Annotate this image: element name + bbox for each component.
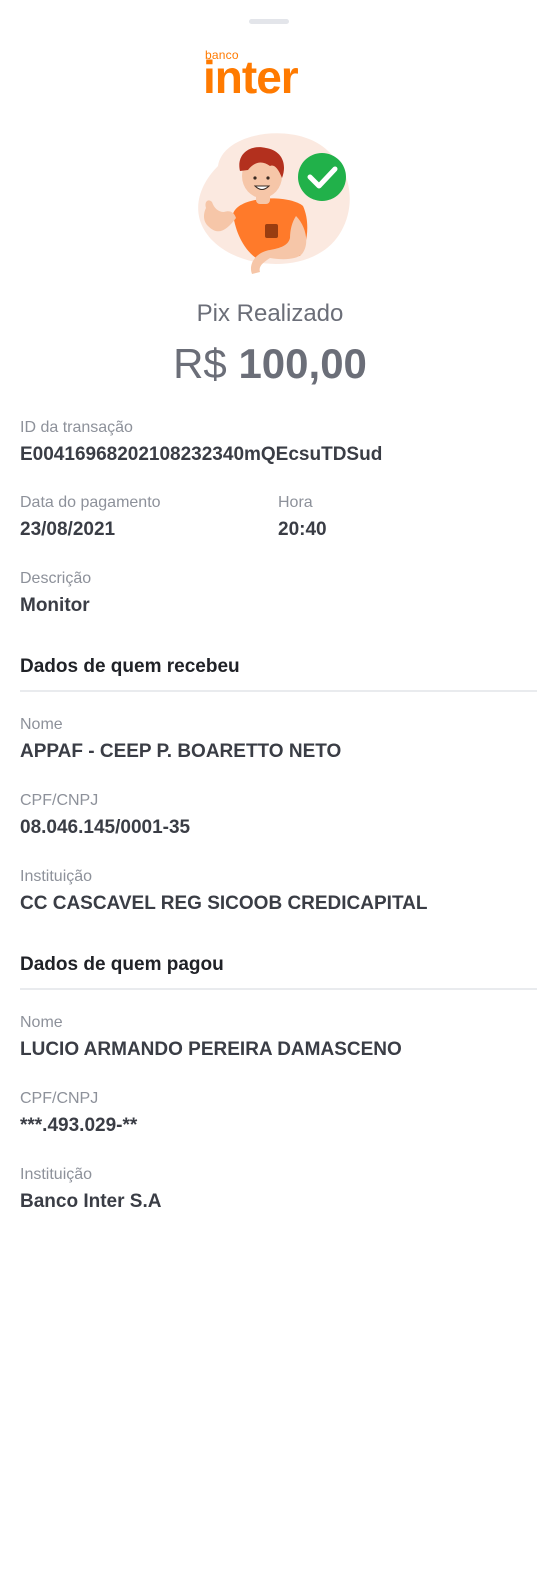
payer-institution-value: Banco Inter S.A bbox=[20, 1191, 162, 1212]
payment-date-label: Data do pagamento bbox=[20, 494, 161, 511]
description-value: Monitor bbox=[20, 595, 90, 616]
person-thumbs-up-illustration bbox=[198, 133, 350, 274]
payer-institution-label: Instituição bbox=[20, 1166, 93, 1183]
receiver-divider bbox=[20, 690, 537, 692]
receiver-section-title: Dados de quem recebeu bbox=[20, 656, 240, 677]
payer-document-value: ***.493.029-** bbox=[20, 1115, 138, 1136]
banco-inter-logo: banco inter bbox=[203, 48, 335, 100]
amount-currency: R$ bbox=[173, 340, 227, 387]
payer-name-label: Nome bbox=[20, 1014, 63, 1031]
sheet-grabber-handle[interactable] bbox=[249, 19, 289, 24]
payer-divider bbox=[20, 988, 537, 990]
receiver-institution-value: CC CASCAVEL REG SICOOB CREDICAPITAL bbox=[20, 893, 428, 914]
payment-time-label: Hora bbox=[278, 494, 313, 511]
payment-time-value: 20:40 bbox=[278, 519, 327, 540]
transfer-amount: R$ 100,00 bbox=[0, 340, 540, 388]
amount-value: 100,00 bbox=[238, 340, 367, 387]
payer-document-label: CPF/CNPJ bbox=[20, 1090, 99, 1107]
transaction-id-value[interactable]: E00416968202108232340mQEcsuTDSud bbox=[20, 444, 382, 466]
payer-section-title: Dados de quem pagou bbox=[20, 954, 224, 975]
receiver-name-label: Nome bbox=[20, 716, 63, 733]
page-title: Pix Realizado bbox=[196, 300, 344, 327]
receiver-institution-label: Instituição bbox=[20, 868, 93, 885]
check-circle-icon bbox=[298, 153, 346, 201]
receiver-document-label: CPF/CNPJ bbox=[20, 792, 99, 809]
description-label: Descrição bbox=[20, 570, 92, 587]
receiver-name-value: APPAF - CEEP P. BOARETTO NETO bbox=[20, 741, 342, 762]
receiver-document-value: 08.046.145/0001-35 bbox=[20, 817, 191, 838]
logo-big-text: inter bbox=[203, 51, 299, 103]
payer-name-value: LUCIO ARMANDO PEREIRA DAMASCENO bbox=[20, 1039, 402, 1060]
illustration-pocket bbox=[265, 224, 278, 238]
transaction-id-label: ID da transação bbox=[20, 419, 133, 436]
payment-date-value: 23/08/2021 bbox=[20, 519, 116, 540]
